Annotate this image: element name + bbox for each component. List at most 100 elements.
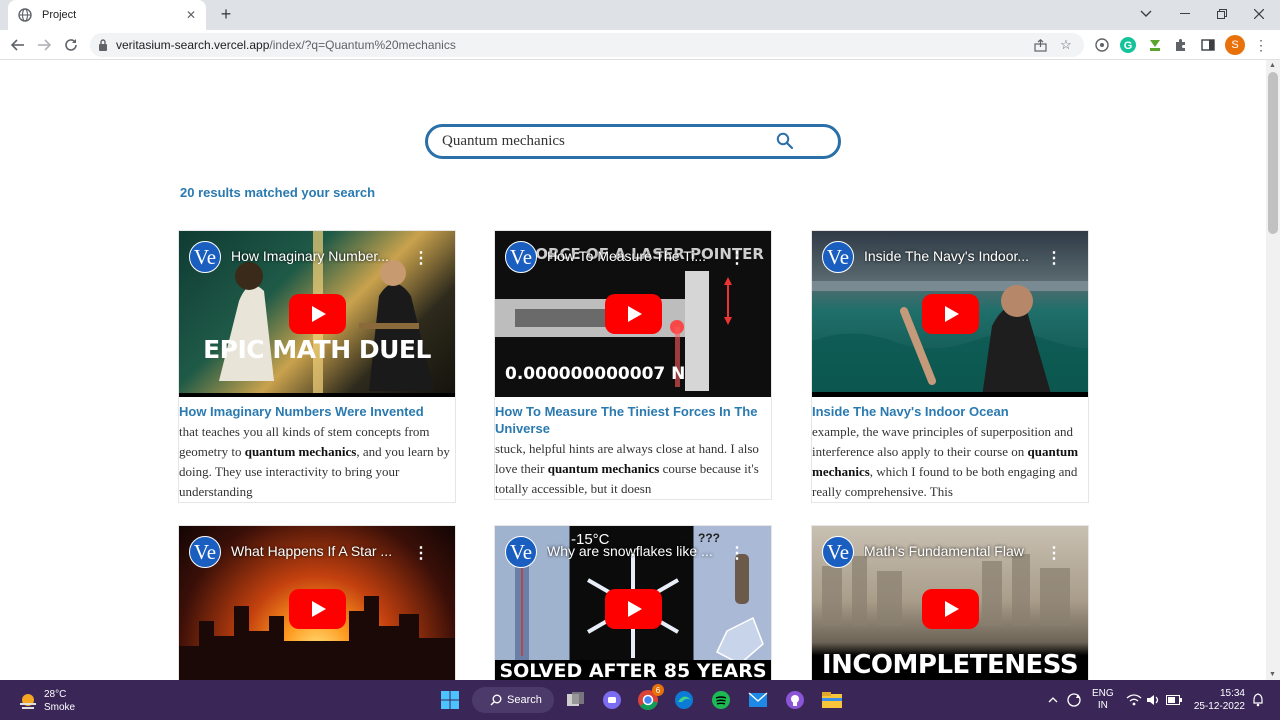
back-button[interactable] (8, 35, 28, 55)
task-view-icon[interactable] (564, 688, 588, 712)
show-hidden-icons-chevron[interactable] (1048, 680, 1058, 720)
play-button[interactable] (922, 294, 979, 334)
channel-avatar[interactable]: Ve (822, 241, 854, 273)
teams-chat-icon[interactable] (600, 688, 624, 712)
video-thumbnail[interactable]: FORCE OF A LASER POINTER Ve How To Measu… (495, 231, 771, 397)
search-input[interactable] (442, 133, 762, 150)
play-button[interactable] (289, 294, 346, 334)
minimize-button[interactable] (1166, 0, 1204, 28)
extension-circle-icon[interactable] (1093, 36, 1111, 54)
spotify-icon[interactable] (709, 688, 733, 712)
bookmark-star-icon[interactable]: ☆ (1058, 37, 1074, 53)
result-snippet: example, the wave principles of superpos… (812, 420, 1088, 502)
lock-icon (98, 39, 108, 51)
channel-avatar[interactable]: Ve (189, 536, 221, 568)
grammarly-icon[interactable]: G (1119, 36, 1137, 54)
battery-icon[interactable] (1166, 680, 1182, 720)
svg-text:G: G (1124, 40, 1133, 52)
video-thumbnail[interactable]: Ve Inside The Navy's Indoor... ⋮ (812, 231, 1088, 397)
channel-avatar[interactable]: Ve (505, 536, 537, 568)
result-title-link[interactable]: How To Measure The Tiniest Forces In The… (495, 397, 771, 437)
play-button[interactable] (922, 589, 979, 629)
video-thumbnail[interactable]: Ve Math's Fundamental Flaw ⋮ INCOMPLETEN… (812, 526, 1088, 680)
taskbar-search[interactable]: Search (472, 687, 554, 713)
windows-taskbar: 28°C Smoke Search 6 ENG IN 15:34 25-12-2… (0, 680, 1280, 720)
tab-close-icon[interactable]: ✕ (186, 8, 196, 22)
video-menu-icon[interactable]: ⋮ (1046, 543, 1062, 563)
close-window-button[interactable] (1240, 0, 1278, 28)
video-menu-icon[interactable]: ⋮ (413, 543, 429, 563)
region-code: IN (1097, 700, 1108, 711)
result-card: -15°C ??? Ve Why are snowflakes like ...… (494, 525, 772, 680)
browser-tab-bar: Project ✕ + (0, 0, 1280, 30)
channel-avatar[interactable]: Ve (189, 241, 221, 273)
weather-condition: Smoke (44, 702, 76, 713)
scroll-up-arrow-icon[interactable]: ▲ (1269, 62, 1277, 69)
download-extension-icon[interactable] (1146, 36, 1164, 54)
chrome-taskbar-icon[interactable]: 6 (636, 684, 664, 712)
video-thumbnail[interactable]: Ve How Imaginary Number... ⋮ EPIC MATH D… (179, 231, 455, 397)
video-thumbnail[interactable]: Ve What Happens If A Star ... ⋮ (179, 526, 455, 680)
video-title[interactable]: Why are snowflakes like ... (547, 543, 727, 559)
wifi-icon[interactable] (1126, 680, 1142, 720)
search-icon[interactable] (776, 132, 794, 150)
share-icon[interactable] (1032, 37, 1048, 53)
address-bar[interactable]: veritasium-search.vercel.app/index/?q=Qu… (90, 33, 1084, 57)
scrollbar-thumb[interactable] (1268, 72, 1278, 234)
browser-toolbar: veritasium-search.vercel.app/index/?q=Qu… (0, 30, 1280, 60)
new-tab-button[interactable]: + (216, 4, 236, 24)
github-icon[interactable] (783, 688, 807, 712)
notification-bell-icon[interactable] (1252, 680, 1264, 720)
forward-button[interactable] (34, 35, 54, 55)
thumb-bottom-bar (179, 393, 455, 397)
video-title[interactable]: How Imaginary Number... (231, 248, 411, 264)
play-button[interactable] (289, 589, 346, 629)
tab-search-chevron-icon[interactable] (1127, 0, 1165, 28)
result-card: FORCE OF A LASER POINTER Ve How To Measu… (494, 230, 772, 500)
thumb-bottom-bar (812, 392, 1088, 397)
result-card: Ve Math's Fundamental Flaw ⋮ INCOMPLETEN… (811, 525, 1089, 680)
play-button[interactable] (605, 294, 662, 334)
video-menu-icon[interactable]: ⋮ (729, 248, 745, 268)
video-title[interactable]: How To Measure The Ti... (547, 248, 727, 264)
video-title[interactable]: Math's Fundamental Flaw (864, 543, 1044, 559)
sun-haze-icon (20, 694, 36, 709)
mail-icon[interactable] (746, 688, 770, 712)
weather-temperature: 28°C (44, 689, 67, 700)
video-menu-icon[interactable]: ⋮ (729, 543, 745, 563)
page-content: 20 results matched your search Ve How Im… (0, 60, 1266, 680)
sync-icon[interactable] (1066, 680, 1082, 720)
clock-time: 15:34 (1219, 688, 1245, 699)
windows-start-icon[interactable] (438, 688, 462, 712)
file-explorer-icon[interactable] (820, 688, 844, 712)
video-title[interactable]: Inside The Navy's Indoor... (864, 248, 1044, 264)
result-title-link[interactable]: How Imaginary Numbers Were Invented (179, 397, 455, 420)
language-indicator[interactable]: ENG IN (1092, 680, 1114, 720)
video-thumbnail[interactable]: -15°C ??? Ve Why are snowflakes like ...… (495, 526, 771, 680)
reload-button[interactable] (61, 35, 81, 55)
volume-icon[interactable] (1146, 680, 1160, 720)
video-menu-icon[interactable]: ⋮ (413, 248, 429, 268)
weather-widget[interactable]: 28°C Smoke (18, 688, 75, 714)
thumbnail-caption: SOLVED AFTER 85 YEARS (495, 660, 771, 680)
browser-tab[interactable]: Project ✕ (8, 0, 206, 30)
snippet-highlight: quantum mechanics (547, 461, 660, 476)
clock[interactable]: 15:34 25-12-2022 (1193, 680, 1245, 720)
url-path: /index/?q=Quantum%20mechanics (269, 38, 456, 52)
scroll-down-arrow-icon[interactable]: ▼ (1269, 671, 1277, 678)
restore-button[interactable] (1203, 0, 1241, 28)
edge-icon[interactable] (672, 688, 696, 712)
play-button[interactable] (605, 589, 662, 629)
puzzle-extensions-icon[interactable] (1172, 36, 1190, 54)
video-menu-icon[interactable]: ⋮ (1046, 248, 1062, 268)
channel-avatar[interactable]: Ve (822, 536, 854, 568)
profile-avatar[interactable]: S (1225, 35, 1245, 55)
page-scrollbar[interactable]: ▲ ▼ (1266, 60, 1280, 680)
video-title[interactable]: What Happens If A Star ... (231, 543, 411, 559)
channel-avatar[interactable]: Ve (505, 241, 537, 273)
browser-menu-kebab-icon[interactable]: ⋮ (1252, 36, 1270, 54)
search-icon (490, 694, 502, 706)
side-panel-icon[interactable] (1199, 36, 1217, 54)
url-text: veritasium-search.vercel.app/index/?q=Qu… (116, 38, 456, 52)
result-title-link[interactable]: Inside The Navy's Indoor Ocean (812, 397, 1088, 420)
